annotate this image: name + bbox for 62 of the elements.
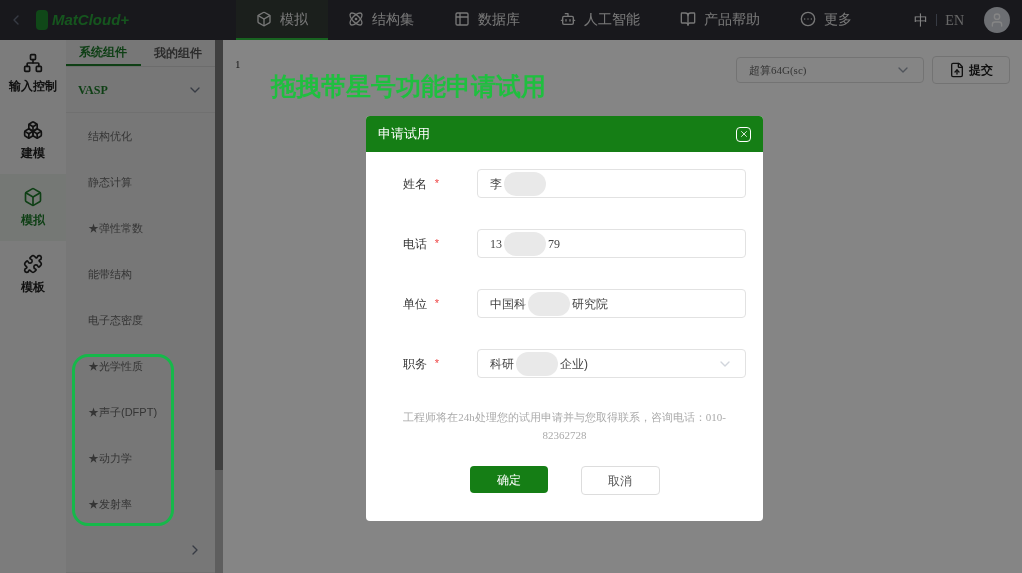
- select-field[interactable]: 科研 企业): [477, 349, 746, 378]
- dialog-title: 申请试用: [378, 125, 430, 144]
- language-option[interactable]: 中: [910, 9, 933, 31]
- submit-button[interactable]: 提交: [932, 56, 1010, 84]
- annotation-text: 拖拽带星号功能申请试用: [271, 71, 546, 102]
- component-item[interactable]: ★发射率: [66, 481, 215, 527]
- field-label: 单位: [402, 295, 427, 313]
- close-button[interactable]: [736, 126, 751, 142]
- blurred-redaction: [528, 291, 570, 316]
- nav-tab[interactable]: 结构集: [328, 0, 434, 40]
- cube-icon: [256, 11, 272, 27]
- sidebar-item[interactable]: 模板: [0, 241, 66, 308]
- nav-tab[interactable]: 更多: [780, 0, 872, 40]
- file-upload-icon: [949, 62, 965, 78]
- logo-text: MatCloud+: [52, 9, 130, 30]
- nav-tab[interactable]: 模拟: [236, 0, 328, 40]
- field-label: 姓名: [402, 175, 427, 193]
- logo-icon: [36, 10, 48, 30]
- component-item[interactable]: 静态计算: [66, 159, 215, 205]
- sidebar-item[interactable]: 输入控制: [0, 40, 66, 107]
- nav-tab[interactable]: 人工智能: [540, 0, 660, 40]
- book-icon: [680, 11, 696, 27]
- blurred-redaction: [504, 171, 546, 196]
- puzzle-icon: [23, 253, 43, 274]
- input-field[interactable]: 李: [477, 169, 746, 198]
- component-item[interactable]: ★动力学: [66, 435, 215, 481]
- field-label: 电话: [402, 235, 427, 253]
- field-label: 职务: [402, 355, 427, 373]
- component-item[interactable]: 能带结构: [66, 251, 215, 297]
- user-icon: [989, 12, 1005, 28]
- required-mark: *: [434, 176, 439, 192]
- line-number: 1: [235, 57, 241, 72]
- blocks-icon: [23, 119, 43, 140]
- input-field[interactable]: 13 79: [477, 229, 746, 258]
- language-option[interactable]: EN: [941, 9, 968, 31]
- atoms-icon: [348, 11, 364, 27]
- component-tab[interactable]: 系统组件: [66, 40, 141, 66]
- required-mark: *: [434, 296, 439, 312]
- required-mark: *: [434, 236, 439, 252]
- table-icon: [454, 11, 470, 27]
- confirm-button[interactable]: 确定: [469, 466, 548, 493]
- robot-icon: [560, 11, 576, 27]
- blurred-redaction: [504, 231, 546, 256]
- required-mark: *: [434, 356, 439, 372]
- component-tab[interactable]: 我的组件: [140, 40, 215, 66]
- nav-tab[interactable]: 产品帮助: [660, 0, 780, 40]
- sidebar-item[interactable]: 建模: [0, 107, 66, 174]
- component-item[interactable]: ★声子(DFPT): [66, 389, 215, 435]
- avatar[interactable]: [984, 7, 1010, 33]
- nodes-icon: [23, 52, 43, 73]
- input-field[interactable]: 中国科 研究院: [477, 289, 746, 318]
- nav-tab[interactable]: 数据库: [434, 0, 540, 40]
- component-item[interactable]: 结构优化: [66, 113, 215, 159]
- note-text: 工程师将在24h处理您的试用申请并与您取得联系，咨询电话：010-82362728: [402, 410, 727, 443]
- machine-select[interactable]: 超算64G(sc): [736, 57, 924, 83]
- close-icon: [738, 129, 749, 139]
- cube-icon: [23, 186, 43, 207]
- cancel-button[interactable]: 取消: [580, 466, 660, 495]
- sidebar-item[interactable]: 模拟: [0, 174, 66, 241]
- blurred-redaction: [516, 351, 558, 376]
- component-item[interactable]: 电子态密度: [66, 297, 215, 343]
- ellipsis-icon: [800, 11, 816, 27]
